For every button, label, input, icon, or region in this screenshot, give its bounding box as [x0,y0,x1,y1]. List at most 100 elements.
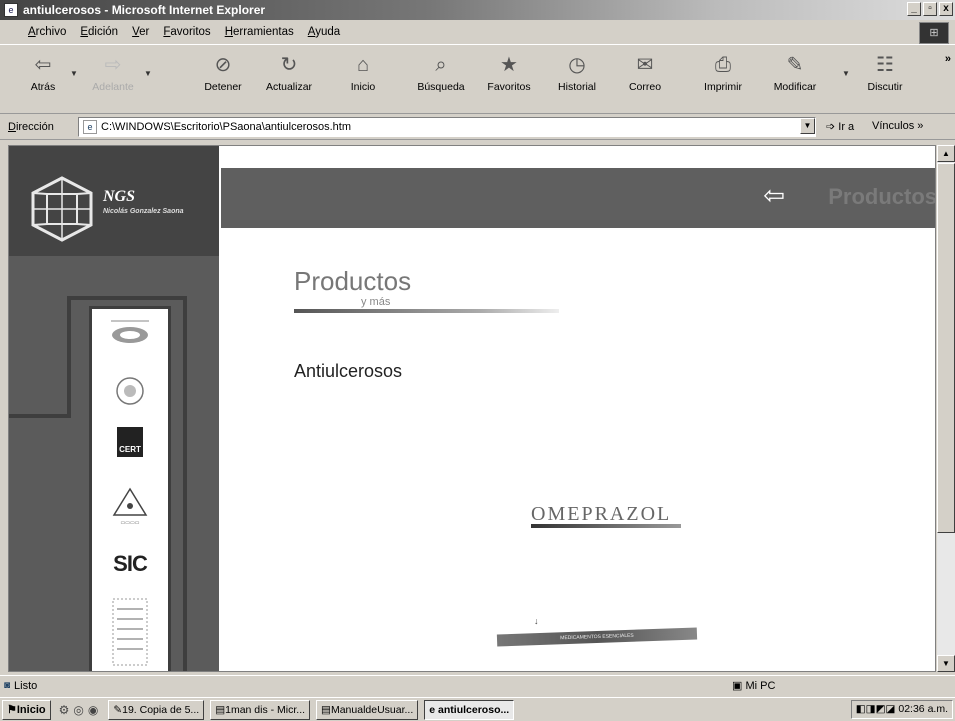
ie-window: e antiulcerosos - Microsoft Internet Exp… [0,0,955,721]
page-done-icon: ◙ [4,680,11,691]
search-label: Búsqueda [417,81,465,93]
taskbar-item[interactable]: ✎19. Copia de 5... [108,699,205,720]
cert-seal-1 [92,317,168,348]
quick-launch[interactable]: ⚙◎◉ [59,703,103,717]
logo-title: NGS [103,188,136,205]
refresh-label: Actualizar [265,81,313,93]
system-tray: ◧◨◩◪ 02:36 a.m. [850,700,953,719]
favorites-label: Favoritos [487,81,531,93]
address-dropdown-button[interactable]: ▼ [800,118,815,134]
vertical-scrollbar[interactable]: ▲ ▼ [937,145,955,672]
section-heading: Antiulcerosos [294,361,403,381]
stop-label: Detener [204,81,242,93]
search-icon: ⌕ [435,54,447,76]
zone-label: Mi PC [745,680,776,692]
address-input[interactable]: e C:\WINDOWS\Escritorio\PSaona\antiulcer… [78,117,816,137]
logo-subtitle: Nicolás Gonzalez Saona [103,208,184,215]
discuss-button[interactable]: ☷ Discutir [856,51,914,93]
title-bar[interactable]: e antiulcerosos - Microsoft Internet Exp… [0,0,955,20]
menu-archivo[interactable]: Archivo [28,26,66,38]
ie-icon: e [429,703,439,716]
print-button[interactable]: ⎙ Imprimir [694,51,752,93]
menu-ayuda[interactable]: Ayuda [308,26,340,38]
band-mark: ↓ [534,616,539,626]
document-icon: ✎ [113,703,123,716]
word-icon: ▤ [321,703,331,716]
taskbar: ⚑Inicio ⚙◎◉ ✎19. Copia de 5... ▤1man dis… [0,697,955,721]
menu-ver[interactable]: Ver [132,26,149,38]
ie-page-icon: e [4,3,18,17]
forward-button[interactable]: ⇨ Adelante [84,51,142,93]
mail-button[interactable]: ✉ Correo [616,51,674,93]
taskbar-item-active[interactable]: e antiulceroso... [424,699,515,720]
stop-button[interactable]: ⊘ Detener [194,51,252,93]
history-icon: ◷ [568,54,586,76]
banner-title: Productos [828,184,936,209]
stop-icon: ⊘ [214,54,232,76]
seal-logo-icon [111,320,149,343]
home-label: Inicio [350,81,376,93]
menu-edicion[interactable]: Edición [80,26,118,38]
windows-flag-icon: ⚑ [7,703,17,716]
scroll-up-icon[interactable]: ▲ [937,145,955,162]
cert-fine-print: ▭▭▭▭ [120,520,140,526]
edit-button[interactable]: ✎ Modificar [766,51,824,93]
scroll-thumb[interactable] [937,163,955,533]
site-sidebar: NGS Nicolás Gonzalez Saona CERT ▭▭▭▭ SIC [9,146,219,671]
forward-arrow-icon: ⇨ [104,54,122,76]
forward-label: Adelante [92,81,134,93]
start-button[interactable]: ⚑Inicio [2,699,51,720]
home-icon: ⌂ [356,54,370,76]
taskbar-item-label: ManualdeUsuar... [330,703,414,716]
address-value: C:\WINDOWS\Escritorio\PSaona\antiulceros… [101,121,352,133]
forward-dropdown-icon[interactable]: ▼ [144,69,152,78]
edit-dropdown-icon[interactable]: ▼ [842,69,850,78]
cert-pattern [92,597,168,670]
standard-toolbar: ⇦ Atrás ▼ ⇨ Adelante ▼ ⊘ Detener ↻ Actua… [0,44,955,114]
minimize-button[interactable]: _ [907,2,921,16]
favorites-button[interactable]: ★ Favoritos [480,51,538,93]
window-title: antiulcerosos - Microsoft Internet Explo… [23,3,266,17]
sidebar-divider [67,296,187,300]
back-arrow-icon[interactable]: ⇦ [763,180,785,210]
scroll-down-icon[interactable]: ▼ [937,655,955,672]
back-dropdown-icon[interactable]: ▼ [70,69,78,78]
close-button[interactable]: x [939,2,953,16]
window-controls: _ ▫ x [907,2,953,16]
title-underline [294,309,559,313]
links-button[interactable]: Vínculos » [872,120,923,132]
sidebar-divider [67,296,71,418]
refresh-button[interactable]: ↻ Actualizar [260,51,318,93]
refresh-icon: ↻ [280,54,298,76]
cert-triangle: ▭▭▭▭ [92,487,168,526]
taskbar-item[interactable]: ▤ManualdeUsuar... [316,699,419,720]
cert-badge: CERT [92,427,168,457]
menu-bar: Archivo Edición Ver Favoritos Herramient… [0,22,955,42]
status-bar: ◙ Listo ▣ Mi PC [0,675,955,695]
home-button[interactable]: ⌂ Inicio [334,51,392,93]
product-underline [531,524,681,528]
history-button[interactable]: ◷ Historial [548,51,606,93]
restore-button[interactable]: ▫ [923,2,937,16]
cert-seal-2 [92,371,168,414]
page-subtitle: y más [361,296,391,308]
address-label: Dirección [8,120,54,133]
toolbar-more-button[interactable]: » [945,53,951,65]
product-band: MEDICAMENTOS ESENCIALES [496,627,698,647]
go-arrow-icon: ➩ [826,121,836,133]
taskbar-item-label: antiulceroso... [438,703,510,716]
clock[interactable]: 02:36 a.m. [898,703,948,715]
go-button[interactable]: ➩ Ir a [826,120,854,133]
search-button[interactable]: ⌕ Búsqueda [412,51,470,93]
tray-icons[interactable]: ◧◨◩◪ [856,703,899,715]
back-button[interactable]: ⇦ Atrás [14,51,72,93]
iso-seal-icon [116,377,144,405]
cert-sic: SIC [92,551,168,577]
page-icon: e [83,120,97,134]
history-label: Historial [558,81,596,93]
menu-favoritos[interactable]: Favoritos [163,26,210,38]
menu-herramientas[interactable]: Herramientas [225,26,294,38]
product-link[interactable]: OMEPRAZOL [531,503,671,526]
edit-label: Modificar [773,81,817,93]
taskbar-item[interactable]: ▤1man dis - Micr... [210,699,311,720]
